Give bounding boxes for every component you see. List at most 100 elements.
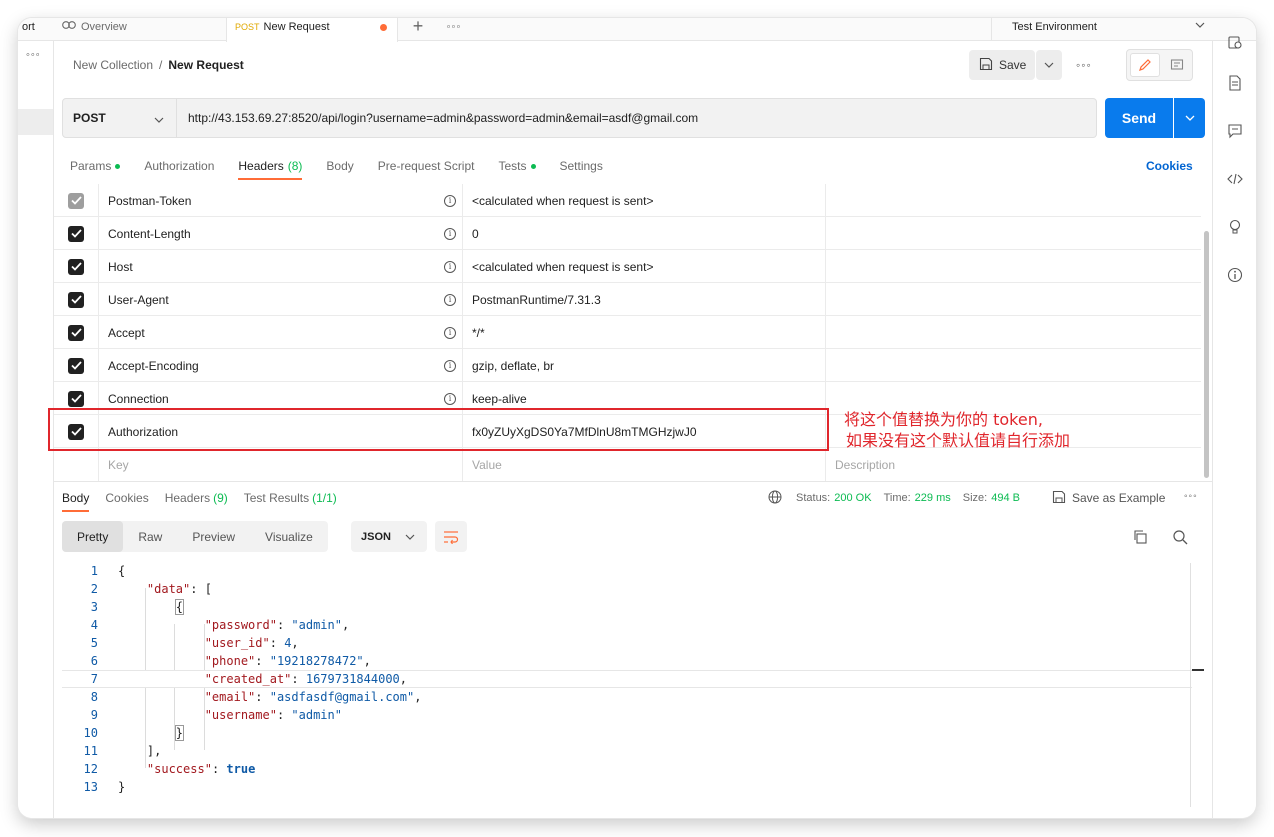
url-input[interactable]: http://43.153.69.27:8520/api/login?usern…: [177, 98, 1097, 138]
response-tab-headers[interactable]: Headers (9): [165, 487, 228, 509]
search-icon[interactable]: [1171, 528, 1189, 546]
breadcrumb-collection[interactable]: New Collection: [73, 58, 153, 72]
code-scrollbar[interactable]: [1190, 563, 1204, 807]
documentation-icon[interactable]: [1225, 73, 1245, 93]
info-icon[interactable]: i: [444, 326, 456, 339]
header-value-cell[interactable]: <calculated when request is sent>: [463, 250, 826, 283]
header-value-cell[interactable]: gzip, deflate, br: [463, 349, 826, 382]
tab-more-button[interactable]: ◦◦◦: [444, 18, 464, 41]
view-mode-visualize[interactable]: Visualize: [250, 521, 328, 552]
cookies-link[interactable]: Cookies: [1146, 155, 1193, 177]
save-as-example-button[interactable]: Save as Example: [1052, 487, 1165, 509]
info-icon[interactable]: [1225, 265, 1245, 285]
response-tab-test-results[interactable]: Test Results (1/1): [244, 487, 337, 509]
comment-mode-button[interactable]: [1163, 53, 1191, 77]
save-dropdown-button[interactable]: [1036, 50, 1062, 80]
info-icon[interactable]: i: [444, 194, 456, 207]
header-description-cell[interactable]: [826, 250, 1201, 283]
copy-icon[interactable]: [1131, 528, 1149, 546]
send-button[interactable]: Send: [1105, 98, 1173, 138]
header-key-input[interactable]: Key: [99, 448, 463, 481]
info-icon[interactable]: i: [444, 293, 456, 306]
header-value-cell[interactable]: <calculated when request is sent>: [463, 184, 826, 217]
format-select[interactable]: JSON: [351, 521, 427, 552]
annotation-line-2: 如果没有这个默认值请自行添加: [846, 431, 1071, 450]
sidebar-more-button[interactable]: ◦◦◦: [26, 49, 41, 61]
lightbulb-icon[interactable]: [1225, 217, 1245, 237]
tab-params[interactable]: Params: [70, 155, 121, 177]
response-tab-cookies[interactable]: Cookies: [105, 487, 148, 509]
header-description-cell[interactable]: [826, 349, 1201, 382]
status-value[interactable]: 200 OK: [834, 492, 871, 504]
header-value-placeholder: Value: [472, 457, 502, 472]
header-value-input[interactable]: Value: [463, 448, 826, 481]
header-key-cell[interactable]: Host i: [99, 250, 463, 283]
headers-scrollbar[interactable]: [1204, 231, 1209, 478]
tab-body[interactable]: Body: [326, 155, 353, 177]
header-checkbox[interactable]: [68, 291, 84, 308]
request-more-button[interactable]: ◦◦◦: [1076, 58, 1092, 72]
info-icon[interactable]: i: [444, 260, 456, 273]
tab-tests[interactable]: Tests: [498, 155, 536, 177]
breadcrumb-request[interactable]: New Request: [168, 58, 243, 72]
response-meta: Status: 200 OK Time: 229 ms Size: 494 B: [768, 487, 1028, 509]
header-value-cell[interactable]: 0: [463, 217, 826, 250]
edit-mode-button[interactable]: [1130, 53, 1160, 77]
header-value-cell[interactable]: PostmanRuntime/7.31.3: [463, 283, 826, 316]
response-more-button[interactable]: ◦◦◦: [1184, 491, 1198, 502]
header-checkbox[interactable]: [68, 390, 84, 407]
header-value-cell[interactable]: */*: [463, 316, 826, 349]
header-row: Content-Length i 0: [54, 217, 1201, 250]
header-key-cell[interactable]: Content-Length i: [99, 217, 463, 250]
view-mode-raw[interactable]: Raw: [123, 521, 177, 552]
header-checkbox[interactable]: [68, 258, 84, 275]
header-key-cell[interactable]: Postman-Token i: [99, 184, 463, 217]
header-new-row: Key Value Description: [54, 448, 1201, 481]
tab-new-request[interactable]: POST New Request: [226, 18, 398, 42]
header-description-cell[interactable]: [826, 316, 1201, 349]
size-value[interactable]: 494 B: [991, 492, 1020, 504]
response-tabs: Body Cookies Headers (9) Test Results (1/1…: [62, 487, 353, 512]
time-value[interactable]: 229 ms: [915, 492, 951, 504]
tab-body-label: Body: [326, 159, 354, 173]
save-button[interactable]: Save: [969, 50, 1035, 80]
header-row: Accept i */*: [54, 316, 1201, 349]
response-tab-body[interactable]: Body: [62, 487, 90, 512]
header-description-cell[interactable]: [826, 283, 1201, 316]
tab-partial[interactable]: ort: [18, 18, 44, 41]
method-select[interactable]: POST: [62, 98, 177, 138]
tab-overview[interactable]: Overview: [44, 18, 226, 41]
header-key-cell[interactable]: User-Agent i: [99, 283, 463, 316]
wrap-lines-button[interactable]: [435, 521, 467, 552]
environment-quicklook-icon[interactable]: [1225, 33, 1245, 53]
tab-prerequest[interactable]: Pre-request Script: [378, 155, 475, 177]
header-description-cell[interactable]: [826, 184, 1201, 217]
header-key-cell[interactable]: Accept i: [99, 316, 463, 349]
header-description-cell[interactable]: [826, 217, 1201, 250]
code-icon[interactable]: [1225, 169, 1245, 189]
header-checkbox[interactable]: [68, 225, 84, 242]
send-label: Send: [1121, 110, 1157, 126]
header-checkbox[interactable]: [68, 357, 84, 374]
comments-icon[interactable]: [1225, 121, 1245, 141]
header-key-cell[interactable]: Accept-Encoding i: [99, 349, 463, 382]
tab-settings[interactable]: Settings: [560, 155, 603, 177]
header-checkbox[interactable]: [68, 192, 84, 209]
tab-authorization[interactable]: Authorization: [144, 155, 214, 177]
sidebar-selected-item[interactable]: [18, 109, 53, 135]
view-mode-preview[interactable]: Preview: [177, 521, 250, 552]
info-icon[interactable]: i: [444, 227, 456, 240]
info-icon[interactable]: i: [444, 359, 456, 372]
header-description-input[interactable]: Description: [826, 448, 1201, 481]
annotation-line-1: 将这个值替换为你的 token,: [844, 410, 1043, 429]
info-icon[interactable]: i: [444, 392, 456, 405]
globe-icon[interactable]: [768, 490, 782, 507]
header-checkbox[interactable]: [68, 324, 84, 341]
header-check-cell: [54, 217, 99, 250]
view-mode-pretty[interactable]: Pretty: [62, 521, 124, 552]
send-dropdown-button[interactable]: [1174, 98, 1205, 138]
tab-headers[interactable]: Headers (8): [238, 155, 303, 180]
new-tab-button[interactable]: +: [408, 18, 428, 41]
right-sidebar: [1212, 36, 1256, 818]
environment-select[interactable]: Test Environment: [991, 18, 1213, 41]
